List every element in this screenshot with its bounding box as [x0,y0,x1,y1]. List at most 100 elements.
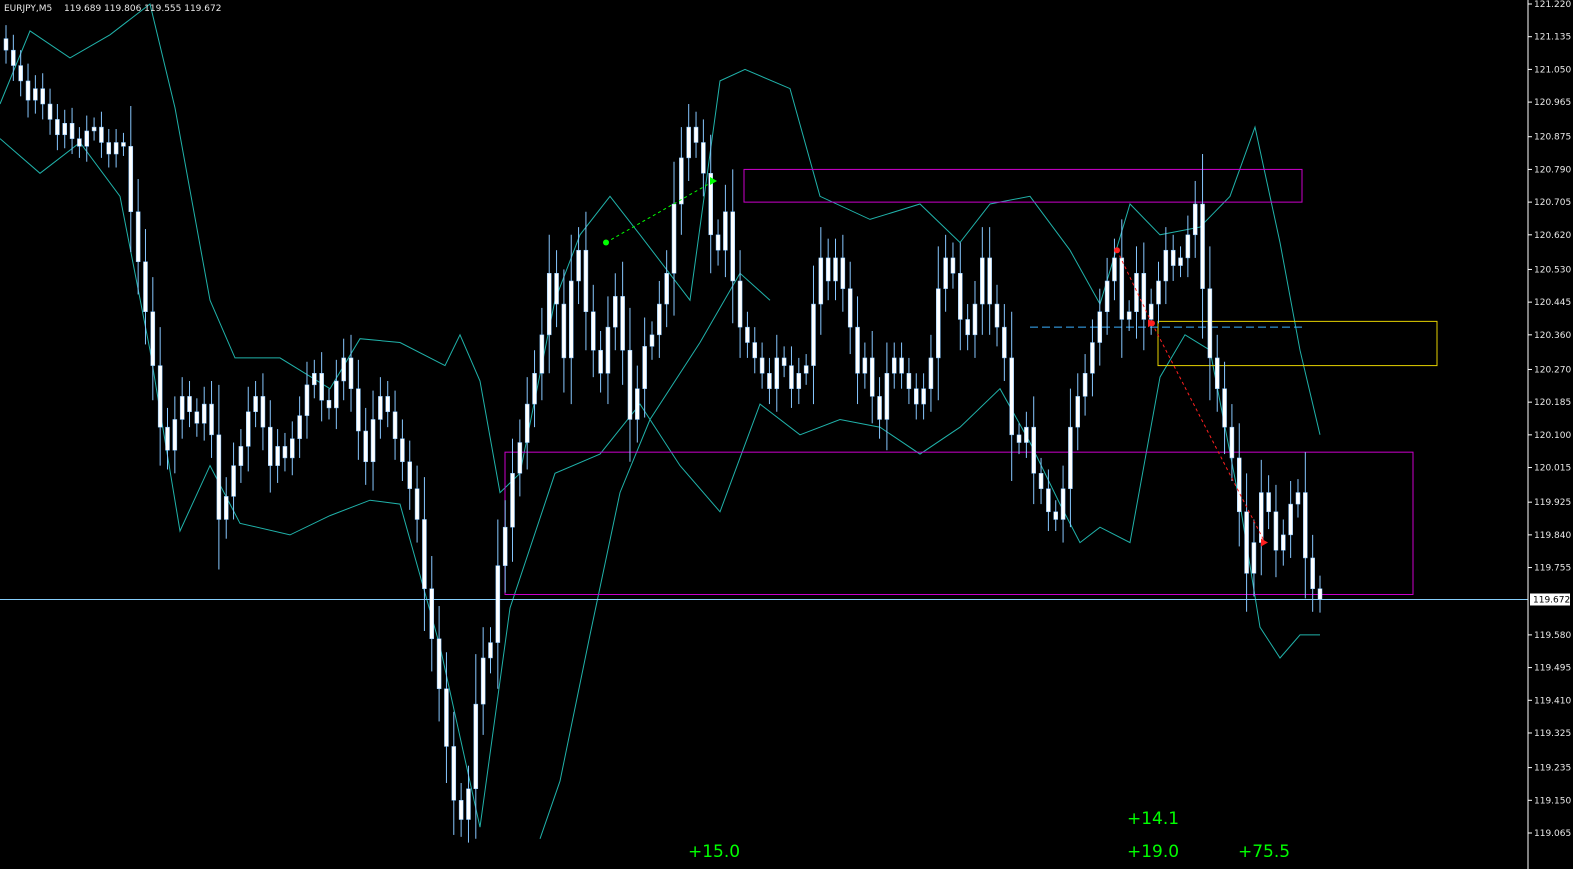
candle [1251,519,1257,597]
candle [855,296,860,405]
y-tick-label: 119.065 [1534,829,1571,839]
candle-body [414,488,420,520]
candle-body [458,800,464,820]
candle-body [891,357,897,374]
candle-body [884,373,890,420]
candle [657,280,662,358]
candle-body [745,326,750,343]
profit-label: +14.1 [1127,809,1179,829]
candle [165,407,170,470]
candle [818,227,824,335]
candle-body [568,280,574,359]
y-tick-label: 119.150 [1534,796,1571,806]
candle [480,627,486,735]
candle [598,330,603,393]
candle-body [312,373,317,386]
candle [319,352,324,422]
trade-open-marker [1149,320,1155,327]
candle [1031,396,1036,505]
candle-body [781,357,787,366]
candle [135,179,141,295]
candle [906,357,912,405]
candle-body [238,446,244,466]
candle-body [649,334,655,347]
candle [495,519,501,689]
candle [796,357,802,405]
candle [1310,534,1315,612]
candle-body [260,396,266,428]
candle-body [1259,492,1264,543]
candle-body [429,588,435,639]
candle [1016,423,1022,455]
candle-body [113,142,119,155]
candle [106,129,112,168]
candle [980,227,985,335]
y-tick-label: 119.925 [1534,498,1571,508]
profit-label: +15.0 [688,842,740,862]
candle-body [326,399,332,409]
candle [789,346,794,408]
candle [987,227,992,335]
candle-body [510,473,515,528]
candle [275,429,280,483]
candle-body [275,446,280,466]
candle-body [1090,342,1095,374]
profit-labels: +15.0 +14.1 +19.0 +75.5 [688,809,1290,862]
candle [1060,465,1066,543]
candle [1090,319,1095,397]
candle [1046,469,1051,532]
y-tick-label: 120.875 [1534,133,1571,143]
candle-body [936,288,941,359]
candle-body [33,88,38,101]
candle-body [150,311,156,366]
candle [245,386,251,472]
y-tick-label: 121.050 [1534,65,1571,75]
candle-body [818,257,824,305]
candle [62,109,67,149]
candle-body [899,357,904,374]
profit-label: +75.5 [1238,842,1290,862]
chart-canvas[interactable]: 121.220 121.135 121.050 120.965 120.875 120.7… [0,0,1573,869]
candle [172,396,178,474]
candle-body [840,257,846,289]
candle [422,477,427,632]
y-tick-label: 121.220 [1534,0,1571,10]
candle-body [1053,511,1058,520]
candle [157,327,163,466]
candle [701,119,706,197]
candle [3,25,9,64]
candle [1148,288,1154,335]
candle-body [994,303,1000,328]
candle [649,321,655,360]
candle-body [444,688,449,747]
candle-body [583,249,589,312]
candle-body [179,396,185,420]
candle [730,169,735,324]
candle-body [965,319,970,336]
candle [767,357,772,405]
candle-body [906,373,912,389]
candle-body [972,303,978,336]
candle-body [524,403,530,443]
candle-body [679,157,684,205]
candle-body [1244,511,1249,574]
y-tick-label: 120.530 [1534,265,1571,275]
candle-body [223,496,229,520]
candle [972,280,978,358]
candle [209,380,214,458]
price-chart[interactable]: 121.220 121.135 121.050 120.965 120.875 120.7… [0,0,1573,869]
candle-body [209,403,214,436]
y-tick-label: 119.235 [1534,764,1571,774]
candle-body [245,411,251,447]
candle-body [1310,557,1315,589]
candle-body [363,430,368,463]
candle-body [495,565,501,643]
y-tick-label: 119.410 [1534,696,1571,706]
candle [84,115,89,162]
candle-body [767,373,772,389]
candle-body [40,88,45,105]
candle-body [642,346,647,389]
candle-body [1288,503,1293,536]
candle [605,296,611,405]
candle [143,229,148,345]
